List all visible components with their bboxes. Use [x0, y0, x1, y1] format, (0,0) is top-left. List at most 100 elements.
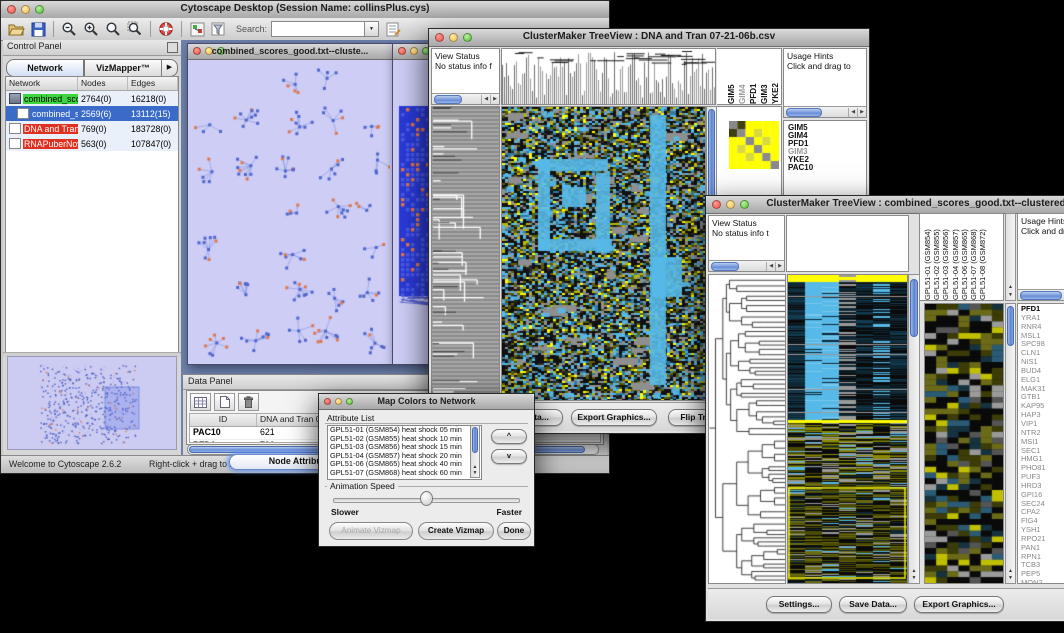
gene-label[interactable]: MON2 [1021, 579, 1064, 584]
scrollbar-thumb[interactable] [434, 95, 462, 104]
network-overview-panel[interactable] [7, 356, 177, 450]
network-view-canvas[interactable] [188, 60, 390, 363]
attribute-list: GPL51-01 (GSM854) heat shock 05 minGPL51… [327, 425, 482, 480]
scrollbar-thumb[interactable] [1020, 291, 1062, 300]
attribute-items: GPL51-01 (GSM854) heat shock 05 minGPL51… [328, 426, 481, 478]
delete-attribute-icon[interactable] [238, 393, 259, 411]
tab-overflow-arrow[interactable]: ▶ [162, 59, 178, 77]
column-header-network[interactable]: Network [6, 77, 78, 90]
column-label[interactable]: GPL51-03 (GSM856) [941, 214, 950, 300]
tab-vizmapper[interactable]: VizMapper™ [84, 59, 162, 77]
new-attribute-icon[interactable] [214, 393, 235, 411]
dialog-titlebar[interactable]: Map Colors to Network [319, 394, 534, 410]
scroll-up-arrow[interactable]: ▲ [909, 568, 919, 574]
scroll-right-arrow[interactable]: ▶ [490, 95, 499, 104]
column-label[interactable]: GIM5 [727, 49, 737, 104]
move-down-button[interactable]: v [491, 449, 527, 464]
column-header-id[interactable]: ID [190, 414, 257, 426]
scrollbar-thumb[interactable] [1007, 306, 1014, 346]
attribute-list-vscrollbar[interactable]: ▲ ▼ [470, 425, 480, 478]
summary-matrix-canvas[interactable] [729, 121, 779, 169]
done-button[interactable]: Done [497, 522, 531, 540]
zoom-out-icon[interactable] [59, 20, 79, 38]
settings-button[interactable]: Settings... [766, 596, 832, 613]
view-status-text: No status info f [432, 61, 499, 73]
save-data-button[interactable]: Save Data... [839, 596, 907, 613]
select-attributes-icon[interactable] [190, 393, 211, 411]
column-label[interactable]: GPL51-06 (GSM865) [960, 214, 969, 300]
column-label[interactable]: GPL51-01 (GSM854) [923, 214, 932, 300]
usage-hints-panel: Usage Hints Click and drag to ◀▶ [1017, 213, 1064, 301]
scroll-right-arrow[interactable]: ▶ [775, 262, 784, 271]
column-header-edges[interactable]: Edges [128, 77, 178, 90]
column-label[interactable]: YKE2 [771, 49, 781, 104]
scrollbar-thumb[interactable] [786, 108, 822, 117]
zoom-fit-icon[interactable] [103, 20, 123, 38]
minimize-button[interactable] [410, 47, 418, 55]
move-up-button[interactable]: ^ [491, 429, 527, 444]
close-button[interactable] [398, 47, 406, 55]
scroll-down-arrow[interactable]: ▼ [471, 470, 479, 476]
zoom-selected-icon[interactable] [125, 20, 145, 38]
float-panel-icon[interactable] [167, 42, 178, 53]
scroll-left-arrow[interactable]: ◀ [848, 108, 857, 117]
create-vizmap-button[interactable]: Create Vizmap [418, 522, 494, 540]
labels-scroll-strip[interactable]: ▲ ▼ [1005, 213, 1016, 301]
column-label[interactable]: PFD1 [749, 49, 759, 104]
filter-icon[interactable] [209, 20, 229, 38]
scroll-down-arrow[interactable]: ▼ [1006, 292, 1015, 298]
column-header-nodes[interactable]: Nodes [78, 77, 128, 90]
scrollbar-thumb[interactable] [472, 427, 478, 453]
column-label[interactable]: GIM3 [760, 49, 770, 104]
scroll-left-arrow[interactable]: ◀ [481, 95, 490, 104]
column-label[interactable]: GPL51-08 (GSM872) [978, 214, 987, 300]
heatmap-canvas[interactable] [502, 107, 705, 400]
hints-hscrollbar[interactable]: ◀▶ [1018, 289, 1064, 300]
treeview1-titlebar[interactable]: ClusterMaker TreeView : DNA and Tran 07-… [429, 29, 869, 47]
network-row[interactable]: combined_scores_g 2764(0) 16218(0) [6, 91, 178, 106]
scroll-left-arrow[interactable]: ◀ [766, 262, 775, 271]
status-hscrollbar[interactable]: ◀▶ [432, 93, 499, 104]
tab-network[interactable]: Network [6, 59, 84, 77]
open-session-button[interactable] [6, 20, 26, 38]
column-label[interactable]: GPL51-04 (GSM857) [951, 214, 960, 300]
scroll-up-arrow[interactable]: ▲ [1006, 284, 1015, 290]
row-dendrogram-canvas[interactable] [709, 275, 785, 583]
export-graphics-button[interactable]: Export Graphics... [571, 409, 657, 426]
zoom-vscrollbar[interactable]: ▲ ▼ [1005, 303, 1016, 584]
network-row[interactable]: DNA and Tran 07 769(0) 183728(0) [6, 121, 178, 136]
search-dropdown-arrow[interactable]: ▼ [365, 21, 379, 37]
search-input[interactable] [271, 21, 365, 37]
status-hscrollbar[interactable]: ◀▶ [709, 260, 784, 271]
attribute-item[interactable]: GPL51-07 (GSM868) heat shock 60 min [328, 469, 481, 478]
heatmap-vscrollbar[interactable]: ▲ ▼ [908, 274, 920, 584]
heatmap-canvas[interactable] [788, 275, 907, 583]
animate-vizmap-button[interactable]: Animate Vizmap [329, 522, 413, 540]
scroll-up-arrow[interactable]: ▲ [1006, 568, 1015, 574]
column-label[interactable]: GPL51-07 (GSM868) [969, 214, 978, 300]
annotation-icon[interactable] [187, 20, 207, 38]
zoom-heatmap-canvas[interactable] [925, 304, 1003, 583]
main-titlebar[interactable]: Cytoscape Desktop (Session Name: collins… [1, 1, 609, 19]
help-lifebuoy-icon[interactable] [156, 20, 176, 38]
network-window-titlebar[interactable]: combined_scores_good.txt--cluste... [188, 44, 392, 60]
slider-thumb[interactable] [420, 491, 433, 506]
export-graphics-button[interactable]: Export Graphics... [914, 596, 1004, 613]
scroll-down-arrow[interactable]: ▼ [1006, 575, 1015, 581]
attribute-editor-icon[interactable] [384, 20, 404, 38]
save-session-button[interactable] [28, 20, 48, 38]
scrollbar-thumb[interactable] [711, 262, 739, 271]
column-dendrogram-canvas[interactable] [502, 49, 715, 104]
zoom-in-icon[interactable] [81, 20, 101, 38]
treeview2-titlebar[interactable]: ClusterMaker TreeView : combined_scores_… [706, 196, 1064, 214]
scroll-right-arrow[interactable]: ▶ [857, 108, 866, 117]
network-row[interactable]: combined_sco 2569(6) 13112(15) [6, 106, 178, 121]
row-label[interactable]: PAC10 [788, 164, 866, 172]
row-dendrogram-canvas[interactable] [432, 107, 499, 400]
column-label[interactable]: GIM4 [738, 49, 748, 104]
network-row[interactable]: RNAPuberNov2+1 563(0) 107847(0) [6, 136, 178, 151]
scroll-down-arrow[interactable]: ▼ [909, 575, 919, 581]
hints-hscrollbar[interactable]: ◀▶ [784, 106, 866, 117]
network-overview-canvas[interactable] [8, 357, 176, 447]
scrollbar-thumb[interactable] [910, 279, 918, 337]
